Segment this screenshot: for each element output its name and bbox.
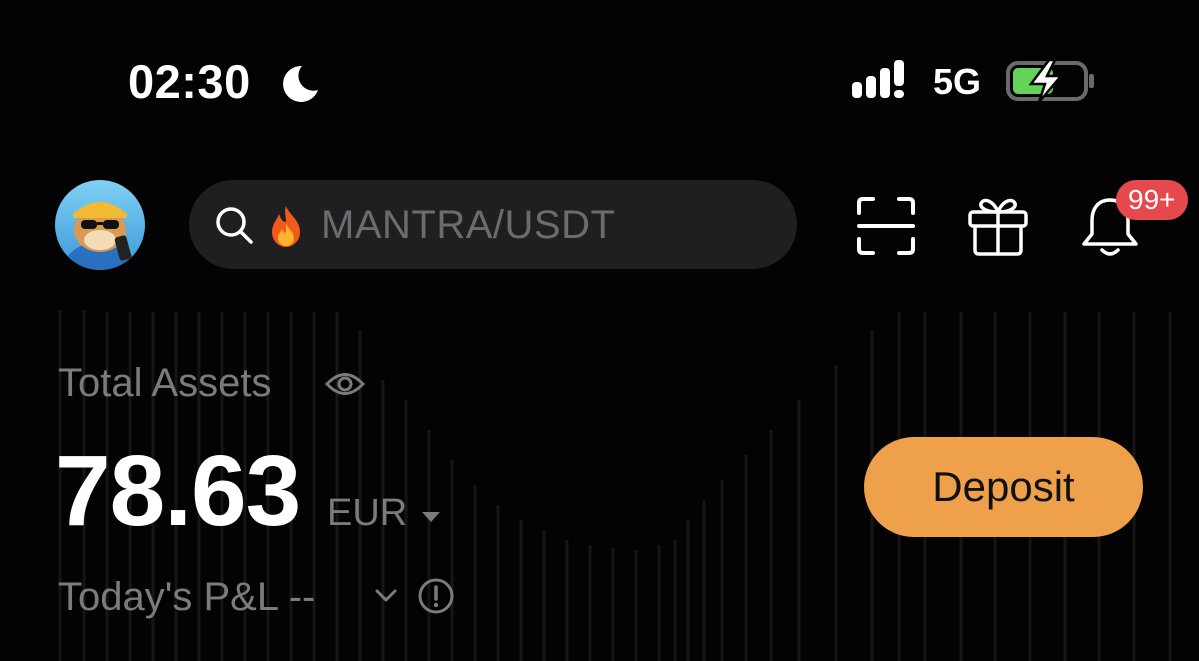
chevron-down-icon[interactable] [374,588,398,604]
total-assets-value: 78.63 [55,435,301,547]
search-icon [216,207,253,244]
avatar-image [55,180,145,270]
eye-icon[interactable] [325,367,365,401]
signal-icon [852,60,904,98]
search-bar[interactable]: MANTRA/USDT [189,180,797,269]
info-icon[interactable] [417,577,455,615]
app-screen: 02:30 5G MANTRA/USDT 99+ Total Assets 78… [0,0,1199,661]
avatar[interactable] [55,180,145,270]
todays-pnl-label: Today's P&L -- [58,575,316,619]
currency-selector[interactable]: EUR [327,490,407,536]
notification-badge: 99+ [1116,180,1188,220]
caret-down-icon[interactable] [420,510,442,524]
moon-icon [283,65,318,102]
flame-icon [272,206,300,247]
status-time: 02:30 [128,55,251,108]
deposit-label: Deposit [932,463,1075,510]
deposit-button[interactable]: Deposit [864,437,1143,537]
scan-icon[interactable] [855,195,917,257]
battery-charging-icon [1006,58,1094,103]
gift-icon[interactable] [966,192,1030,258]
network-label: 5G [933,61,982,102]
search-placeholder: MANTRA/USDT [321,203,616,247]
total-assets-label: Total Assets [58,361,272,405]
